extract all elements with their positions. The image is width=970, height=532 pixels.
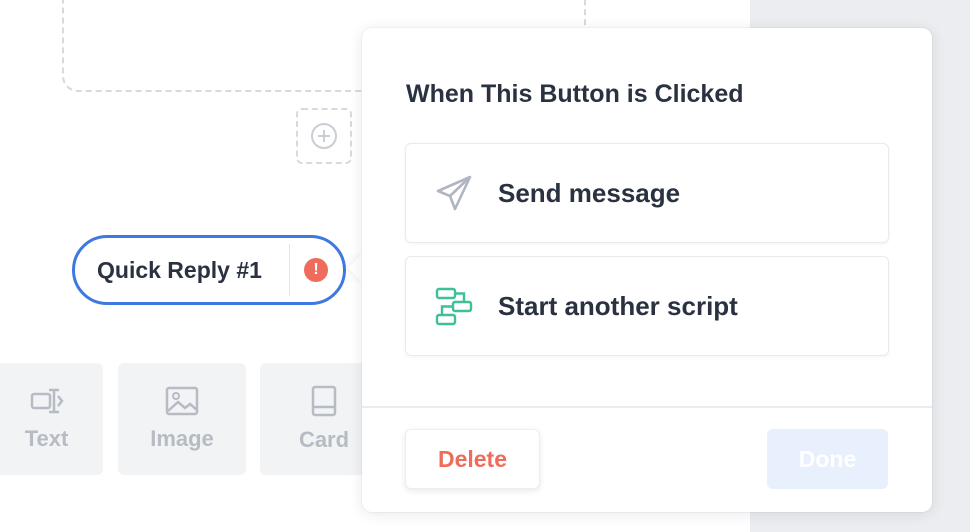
text-cursor-icon <box>30 388 64 414</box>
send-message-option[interactable]: Send message <box>405 143 889 243</box>
done-button[interactable]: Done <box>767 429 888 489</box>
button-action-popover: When This Button is Clicked Send message… <box>362 28 932 512</box>
start-script-label: Start another script <box>498 290 738 321</box>
tool-text-label: Text <box>24 426 69 451</box>
tool-card-label: Card <box>298 427 350 452</box>
tool-text[interactable]: Text <box>0 363 103 475</box>
quick-reply-button[interactable]: Quick Reply #1 ! <box>72 235 346 305</box>
delete-button[interactable]: Delete <box>405 429 540 489</box>
warning-icon[interactable]: ! <box>304 258 328 282</box>
image-icon <box>165 386 199 416</box>
plus-circle-icon <box>311 123 337 149</box>
quick-reply-divider <box>289 244 290 296</box>
footer-divider <box>362 406 932 408</box>
start-script-option[interactable]: Start another script <box>405 256 889 356</box>
send-message-label: Send message <box>498 177 681 208</box>
flow-script-icon <box>435 287 473 326</box>
add-block-button[interactable] <box>296 108 352 164</box>
quick-reply-label: Quick Reply #1 <box>97 256 262 283</box>
popover-title: When This Button is Clicked <box>406 80 744 108</box>
tool-image-label: Image <box>150 426 214 451</box>
paper-plane-icon <box>436 175 472 211</box>
tool-image[interactable]: Image <box>118 363 246 475</box>
card-icon <box>311 385 337 417</box>
